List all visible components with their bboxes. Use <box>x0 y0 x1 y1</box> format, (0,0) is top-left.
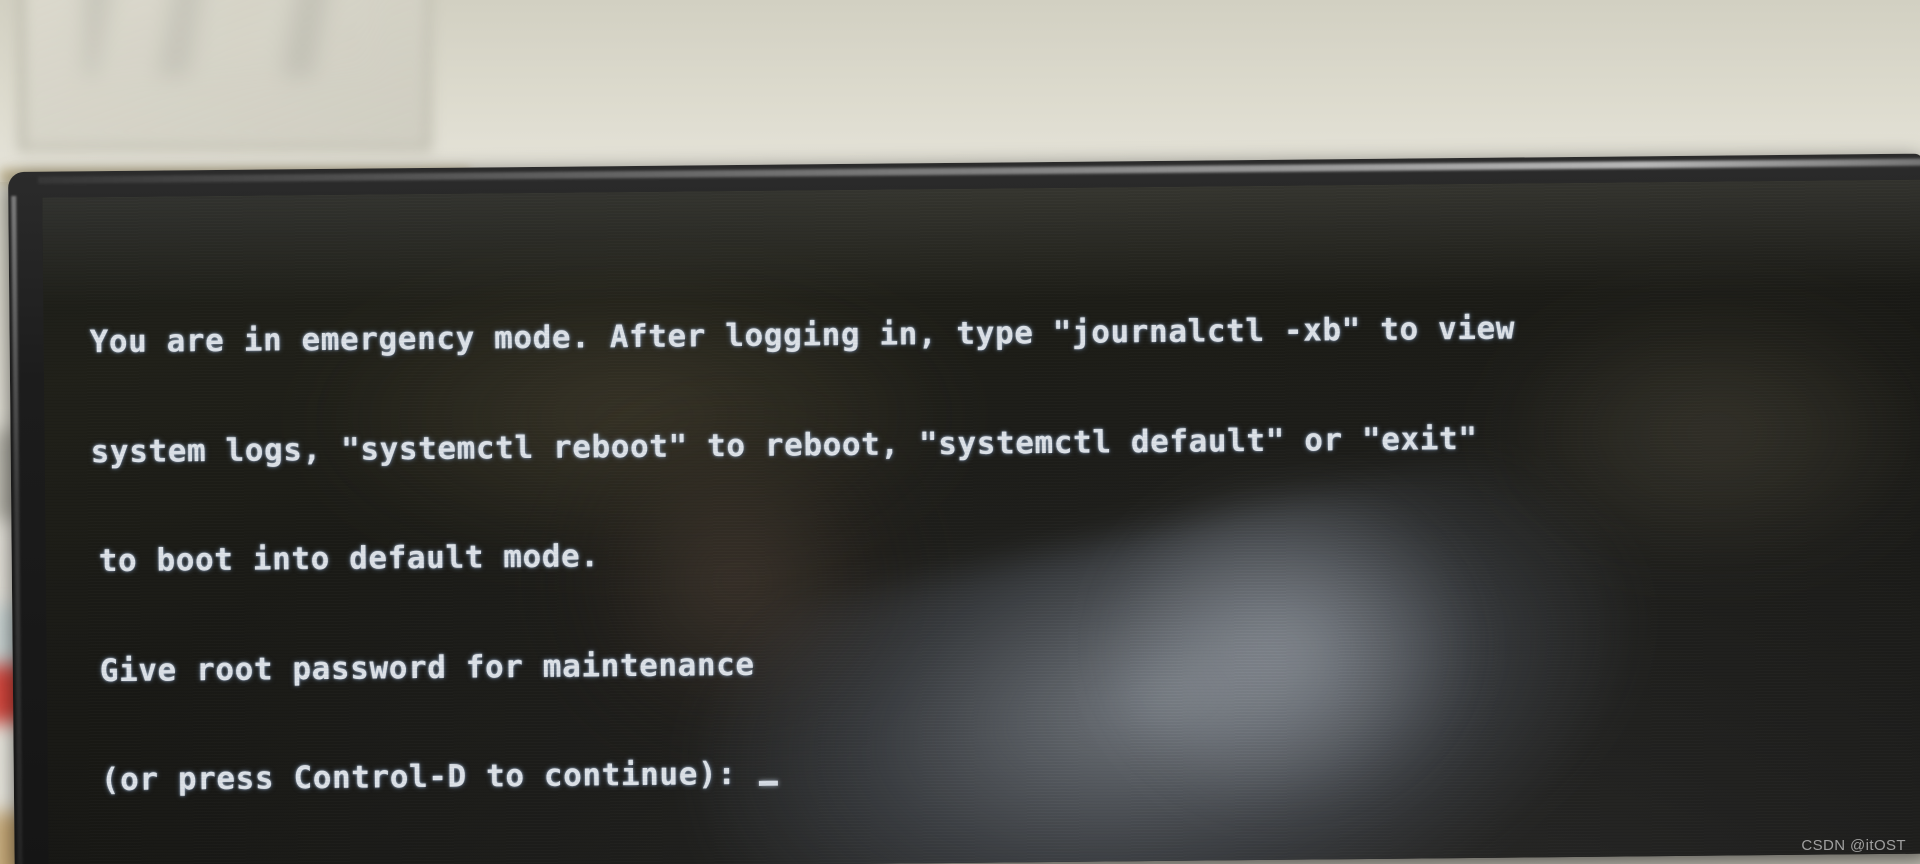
console-line-3: to boot into default mode. <box>98 538 600 580</box>
screen-reflection-head <box>473 338 999 824</box>
monitor-screen[interactable]: You are in emergency mode. After logging… <box>42 179 1920 864</box>
console-prompt-line[interactable]: (or press Control-D to continue): <box>94 749 1520 799</box>
text-cursor <box>758 780 778 786</box>
screen-grain-overlay <box>42 179 1920 864</box>
bezel-left-highlight <box>11 195 23 864</box>
console-line-1: You are in emergency mode. After logging… <box>89 310 1516 361</box>
screen-reflection-person <box>659 407 1817 864</box>
monitor: You are in emergency mode. After logging… <box>8 153 1920 864</box>
screen-glare-top <box>42 179 1920 308</box>
console-line-2: system logs, "systemctl reboot" to reboo… <box>90 420 1478 470</box>
screen-reflection-right <box>1402 238 1920 625</box>
console-line-4: Give root password for maintenance <box>99 646 755 689</box>
wall-picture-content <box>85 0 375 77</box>
console-output: You are in emergency mode. After logging… <box>89 238 1520 864</box>
screen-reflection-warm <box>222 248 1046 586</box>
photo-canvas: You are in emergency mode. After logging… <box>0 0 1920 864</box>
console-line-5: (or press Control-D to continue): <box>100 756 737 799</box>
wall-picture-frame <box>18 0 432 152</box>
screen-reflection-shoulder <box>1024 433 1549 859</box>
